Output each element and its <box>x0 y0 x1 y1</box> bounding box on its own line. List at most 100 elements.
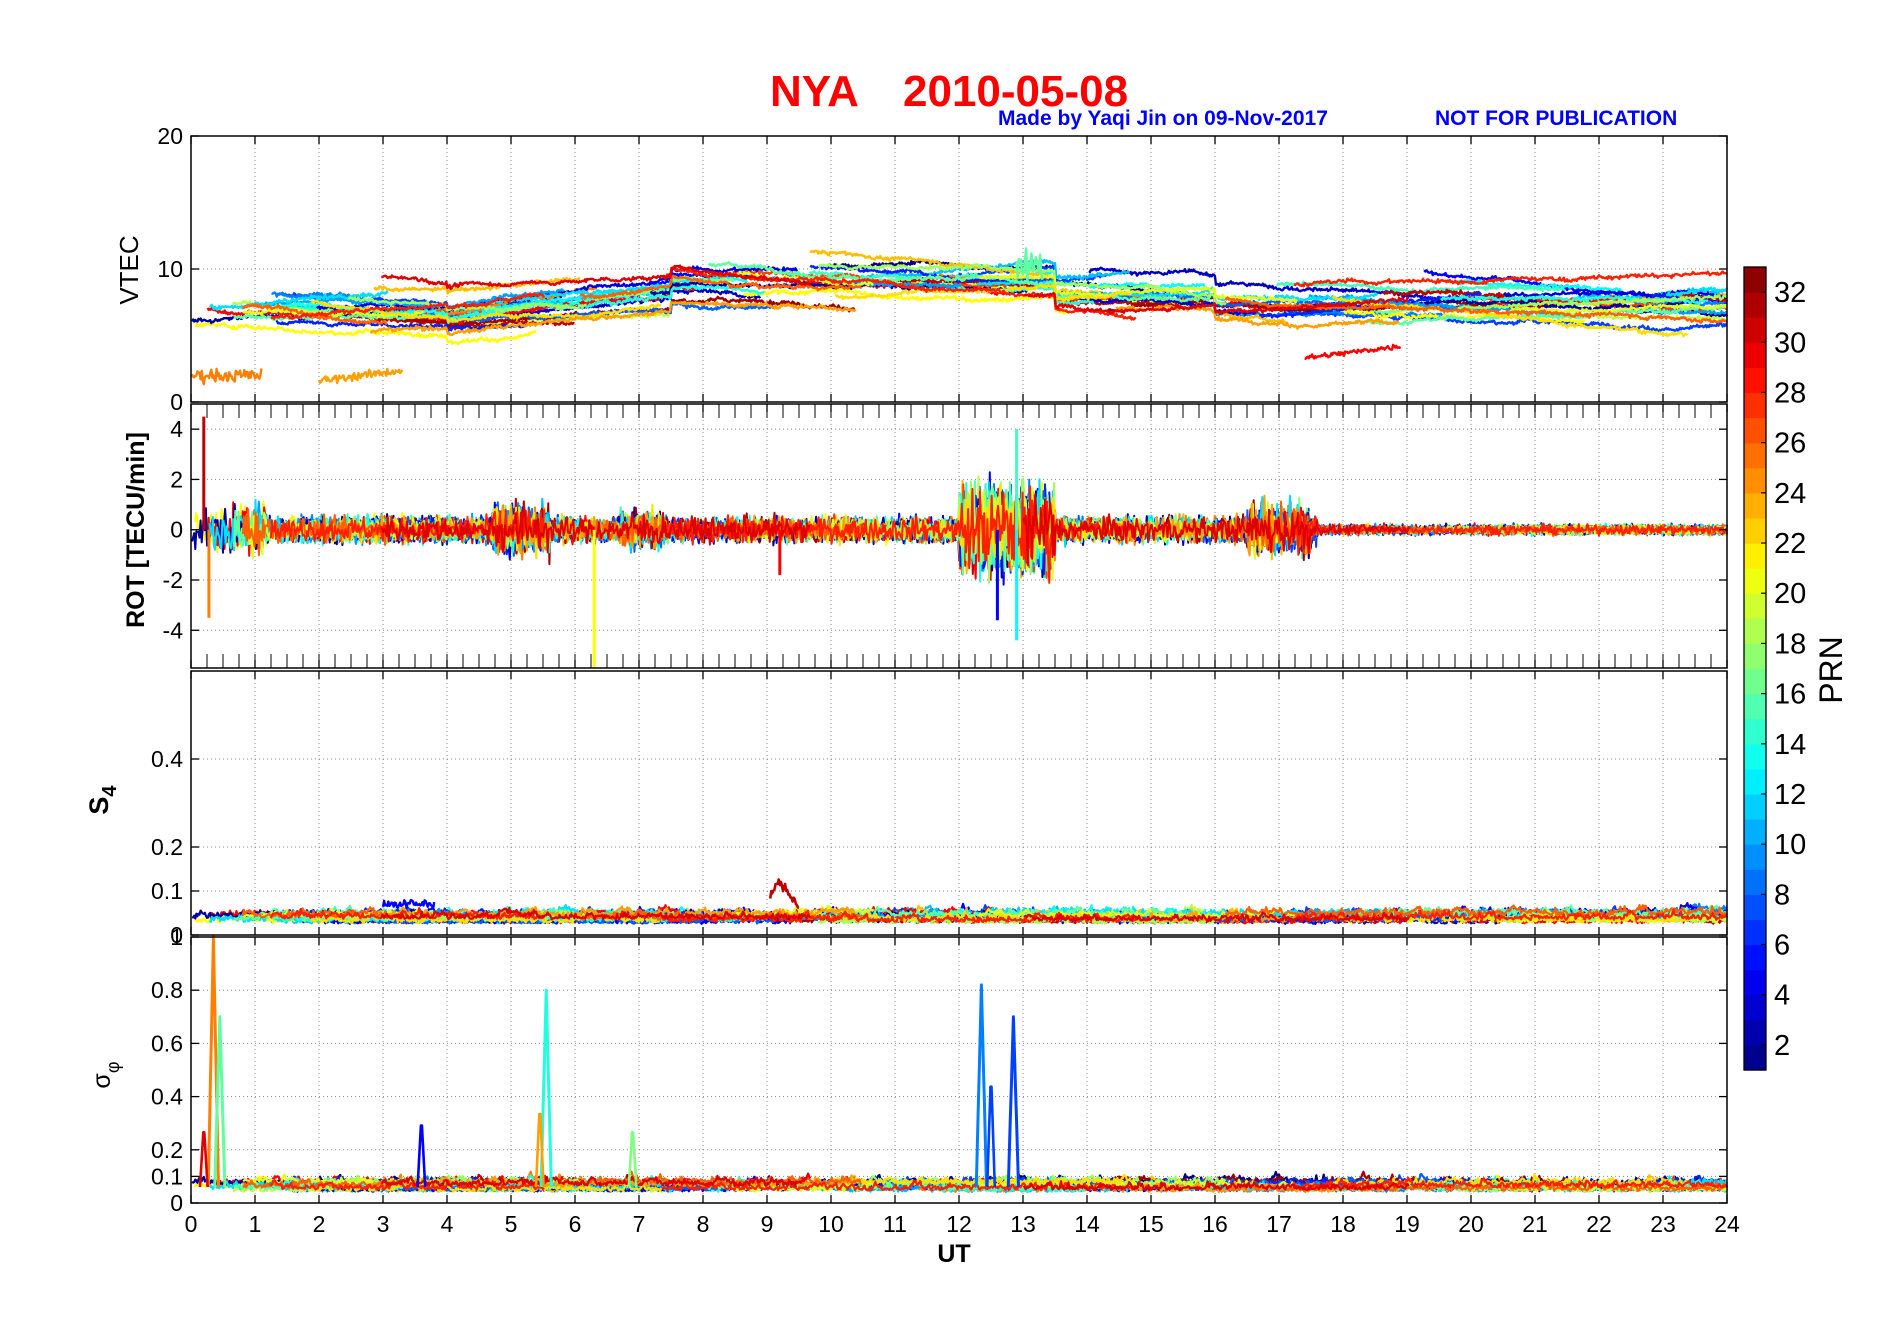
colorbar-tick-label: 10 <box>1774 829 1806 861</box>
colorbar-swatch <box>1744 618 1766 645</box>
sigma-peak <box>416 1124 427 1188</box>
y-tick-label: 0.4 <box>151 1084 183 1110</box>
colorbar-swatch <box>1744 517 1766 544</box>
x-tick-label: 18 <box>1330 1211 1356 1237</box>
colorbar-swatch <box>1744 1044 1766 1071</box>
y-tick-label: 20 <box>157 123 183 149</box>
colorbar-swatch <box>1744 869 1766 895</box>
colorbar-swatch <box>1744 668 1766 695</box>
x-tick-label: 8 <box>697 1211 710 1237</box>
colorbar-tick-label: 12 <box>1774 779 1806 811</box>
y-tick-label: 0 <box>170 1190 183 1216</box>
x-tick-label: 3 <box>377 1211 390 1237</box>
colorbar-swatch <box>1744 693 1766 720</box>
x-tick-label: 9 <box>761 1211 774 1237</box>
y-tick-label: 0.1 <box>151 1163 183 1189</box>
sigma-peak <box>1006 1015 1020 1188</box>
colorbar-tick-label: 20 <box>1774 578 1806 610</box>
x-tick-label: 21 <box>1522 1211 1548 1237</box>
colorbar-swatch <box>1744 994 1766 1021</box>
colorbar-tick-label: 6 <box>1774 930 1790 962</box>
x-tick-label: 12 <box>946 1211 972 1237</box>
x-tick-label: 1 <box>249 1211 262 1237</box>
colorbar-tick-label: 30 <box>1774 327 1806 359</box>
colorbar-swatch <box>1744 793 1766 820</box>
x-tick-label: 19 <box>1394 1211 1420 1237</box>
colorbar-tick-label: 28 <box>1774 377 1806 409</box>
colorbar-swatch <box>1744 492 1766 519</box>
sigma-peak <box>974 983 988 1188</box>
colorbar-tick-label: 2 <box>1774 1030 1790 1062</box>
x-tick-label: 22 <box>1586 1211 1612 1237</box>
colorbar-swatch <box>1744 267 1766 293</box>
x-tick-label: 5 <box>505 1211 518 1237</box>
colorbar-swatch <box>1744 292 1766 318</box>
colorbar-tick-label: 4 <box>1774 980 1790 1012</box>
x-tick-label: 4 <box>441 1211 454 1237</box>
figure-canvas: NYA 2010-05-08 Made by Yaqi Jin on 09-No… <box>84 67 1849 1268</box>
rot-trace <box>1296 496 1534 549</box>
x-tick-label: 24 <box>1714 1211 1740 1237</box>
y-axis-label-vtec: VTEC <box>114 235 144 304</box>
notice-text: NOT FOR PUBLICATION <box>1435 107 1677 130</box>
vtec-trace <box>1304 343 1402 360</box>
colorbar-swatch <box>1744 844 1766 870</box>
colorbar-swatch <box>1744 367 1766 394</box>
colorbar-tick-label: 14 <box>1774 729 1806 761</box>
colorbar-swatch <box>1744 543 1766 569</box>
colorbar-swatch <box>1744 467 1766 494</box>
y-tick-label: 0 <box>170 517 183 543</box>
y-tick-label: 0.2 <box>151 1137 183 1163</box>
x-tick-label: 23 <box>1650 1211 1676 1237</box>
x-tick-label: 14 <box>1074 1211 1100 1237</box>
x-tick-label: 16 <box>1202 1211 1228 1237</box>
y-axis-label-sigma: σφ <box>88 1061 123 1088</box>
y-tick-label: 0.4 <box>151 746 183 772</box>
y-tick-label: 0 <box>170 389 183 415</box>
colorbar-swatch <box>1744 392 1766 419</box>
colorbar-label: PRN <box>1813 636 1849 704</box>
y-tick-label: 10 <box>157 256 183 282</box>
y-axis-label-rot: ROT [TECU/min] <box>122 432 150 628</box>
colorbar-swatch <box>1744 568 1766 594</box>
sigma-peak <box>985 1085 997 1188</box>
colorbar-swatch <box>1744 417 1766 444</box>
y-tick-label: 0.2 <box>151 834 183 860</box>
colorbar-swatch <box>1744 718 1766 745</box>
colorbar-swatch <box>1744 919 1766 946</box>
y-tick-label: 0.6 <box>151 1030 183 1056</box>
colorbar-tick-label: 32 <box>1774 277 1806 309</box>
colorbar-swatch <box>1744 593 1766 619</box>
x-tick-label: 20 <box>1458 1211 1484 1237</box>
y-tick-label: 0.8 <box>151 977 183 1003</box>
x-tick-label: 13 <box>1010 1211 1036 1237</box>
x-tick-label: 15 <box>1138 1211 1164 1237</box>
colorbar-swatch <box>1744 969 1766 996</box>
colorbar-tick-label: 8 <box>1774 879 1790 911</box>
x-tick-label: 2 <box>313 1211 326 1237</box>
colorbar-swatch <box>1744 1019 1766 1046</box>
colorbar-tick-label: 16 <box>1774 679 1806 711</box>
y-tick-label: 0.1 <box>151 878 183 904</box>
y-tick-label: -2 <box>163 567 183 593</box>
x-tick-label: 7 <box>633 1211 646 1237</box>
colorbar-swatch <box>1744 442 1766 469</box>
vtec-trace <box>190 367 263 386</box>
x-tick-label: 17 <box>1266 1211 1292 1237</box>
x-tick-label: 10 <box>818 1211 844 1237</box>
colorbar-tick-label: 22 <box>1774 528 1806 560</box>
y-tick-label: 2 <box>170 466 183 492</box>
colorbar-swatch <box>1744 768 1766 795</box>
y-tick-label: -4 <box>163 617 184 643</box>
data-layer <box>190 247 1766 1194</box>
x-tick-label: 6 <box>569 1211 582 1237</box>
colorbar-swatch <box>1744 819 1766 845</box>
x-axis-label: UT <box>937 1240 970 1268</box>
vtec-trace <box>317 367 404 385</box>
colorbar-swatch <box>1744 643 1766 670</box>
rot-trace <box>661 485 1137 584</box>
colorbar-tick-label: 26 <box>1774 428 1806 460</box>
y-tick-label: 1 <box>170 924 183 950</box>
y-tick-label: 4 <box>170 416 183 442</box>
credit-text: Made by Yaqi Jin on 09-Nov-2017 <box>998 107 1328 130</box>
